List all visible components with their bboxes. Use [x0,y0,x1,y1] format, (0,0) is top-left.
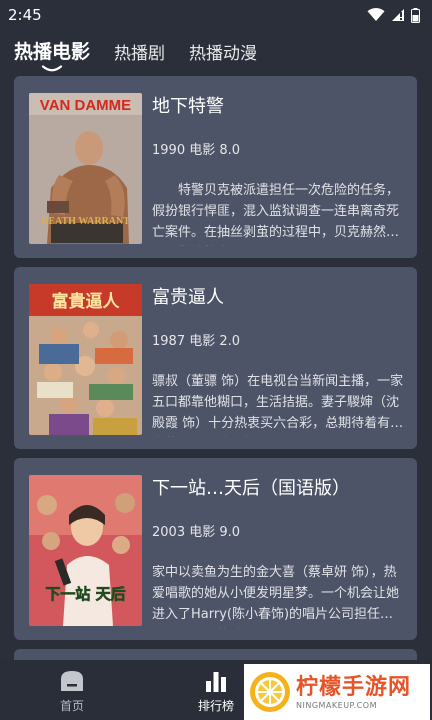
nav-label: 首页 [59,699,84,713]
signal-icon [392,9,404,21]
nav-label: 排行榜 [197,699,234,713]
poster-top-text: 富貴逼人 [52,291,121,312]
tab-hot-anime[interactable]: 热播动漫 [189,30,257,64]
movie-description: 家中以卖鱼为生的金大喜（蔡卓妍 饰），热爱唱歌的她从小便发明星梦。一个机会让她进… [152,565,400,622]
movie-poster: 富貴逼人 [29,284,142,435]
movie-title: 地下特警 [152,96,224,117]
lemon-logo-icon [250,672,290,712]
battery-icon [411,7,420,23]
tab-label: 热播动漫 [189,44,258,64]
movie-meta: 1987 电影 2.0 [152,334,241,349]
status-time: 2:45 [8,6,42,24]
movie-description: 骠叔（董骠 饰）在电视台当新闻主播，一家五口都靠他糊口，生活拮据。妻子騣婶（沈殿… [152,374,404,431]
movie-card[interactable]: 富貴逼人 富贵逼人 1987 电影 2.0 骠叔（董骠 饰）在电视台当新闻主播，… [14,267,417,449]
poster-bottom-text: DEATH WARRANT [41,216,130,227]
home-icon [61,671,83,691]
movie-list: VAN DAMME DEATH WARRANT 地下特警 1990 电影 8.0… [14,76,418,688]
tab-hot-movies[interactable]: 热播电影 [14,30,91,72]
nav-home[interactable]: 首页 [0,660,144,720]
ranking-icon [206,672,226,692]
movie-title: 下一站…天后（国语版） [152,478,350,499]
tab-hot-series[interactable]: 热播剧 [114,30,165,64]
tab-label: 热播剧 [114,44,166,64]
movie-title: 富贵逼人 [152,287,224,308]
wifi-icon [367,8,385,21]
movie-poster: 下一站 天后 [29,475,142,626]
movie-meta: 2003 电影 9.0 [152,525,241,540]
movie-card[interactable]: 下一站 天后 下一站…天后（国语版） 2003 电影 9.0 家中以卖鱼为生的金… [14,458,417,640]
watermark: 柠檬手游网 NINGMAKEUP.COM [244,664,430,720]
tab-bar: 热播电影 热播剧 热播动漫 [0,30,432,76]
status-icons [367,7,420,23]
movie-meta: 1990 电影 8.0 [152,143,241,158]
poster-top-text: VAN DAMME [40,97,131,114]
watermark-name: 柠檬手游网 [296,674,412,700]
movie-description: 特警贝克被派遣担任一次危险的任务，假扮银行悍匪，混入监狱调查一连串离奇死亡案件。… [152,183,400,240]
poster-bottom-text: 下一站 天后 [45,585,125,603]
watermark-url: NINGMAKEUP.COM [296,700,377,710]
tab-label: 热播电影 [14,41,91,63]
status-bar: 2:45 [0,0,432,30]
movie-poster: VAN DAMME DEATH WARRANT [29,93,142,244]
movie-card[interactable]: VAN DAMME DEATH WARRANT 地下特警 1990 电影 8.0… [14,76,417,258]
tab-indicator [41,65,63,72]
